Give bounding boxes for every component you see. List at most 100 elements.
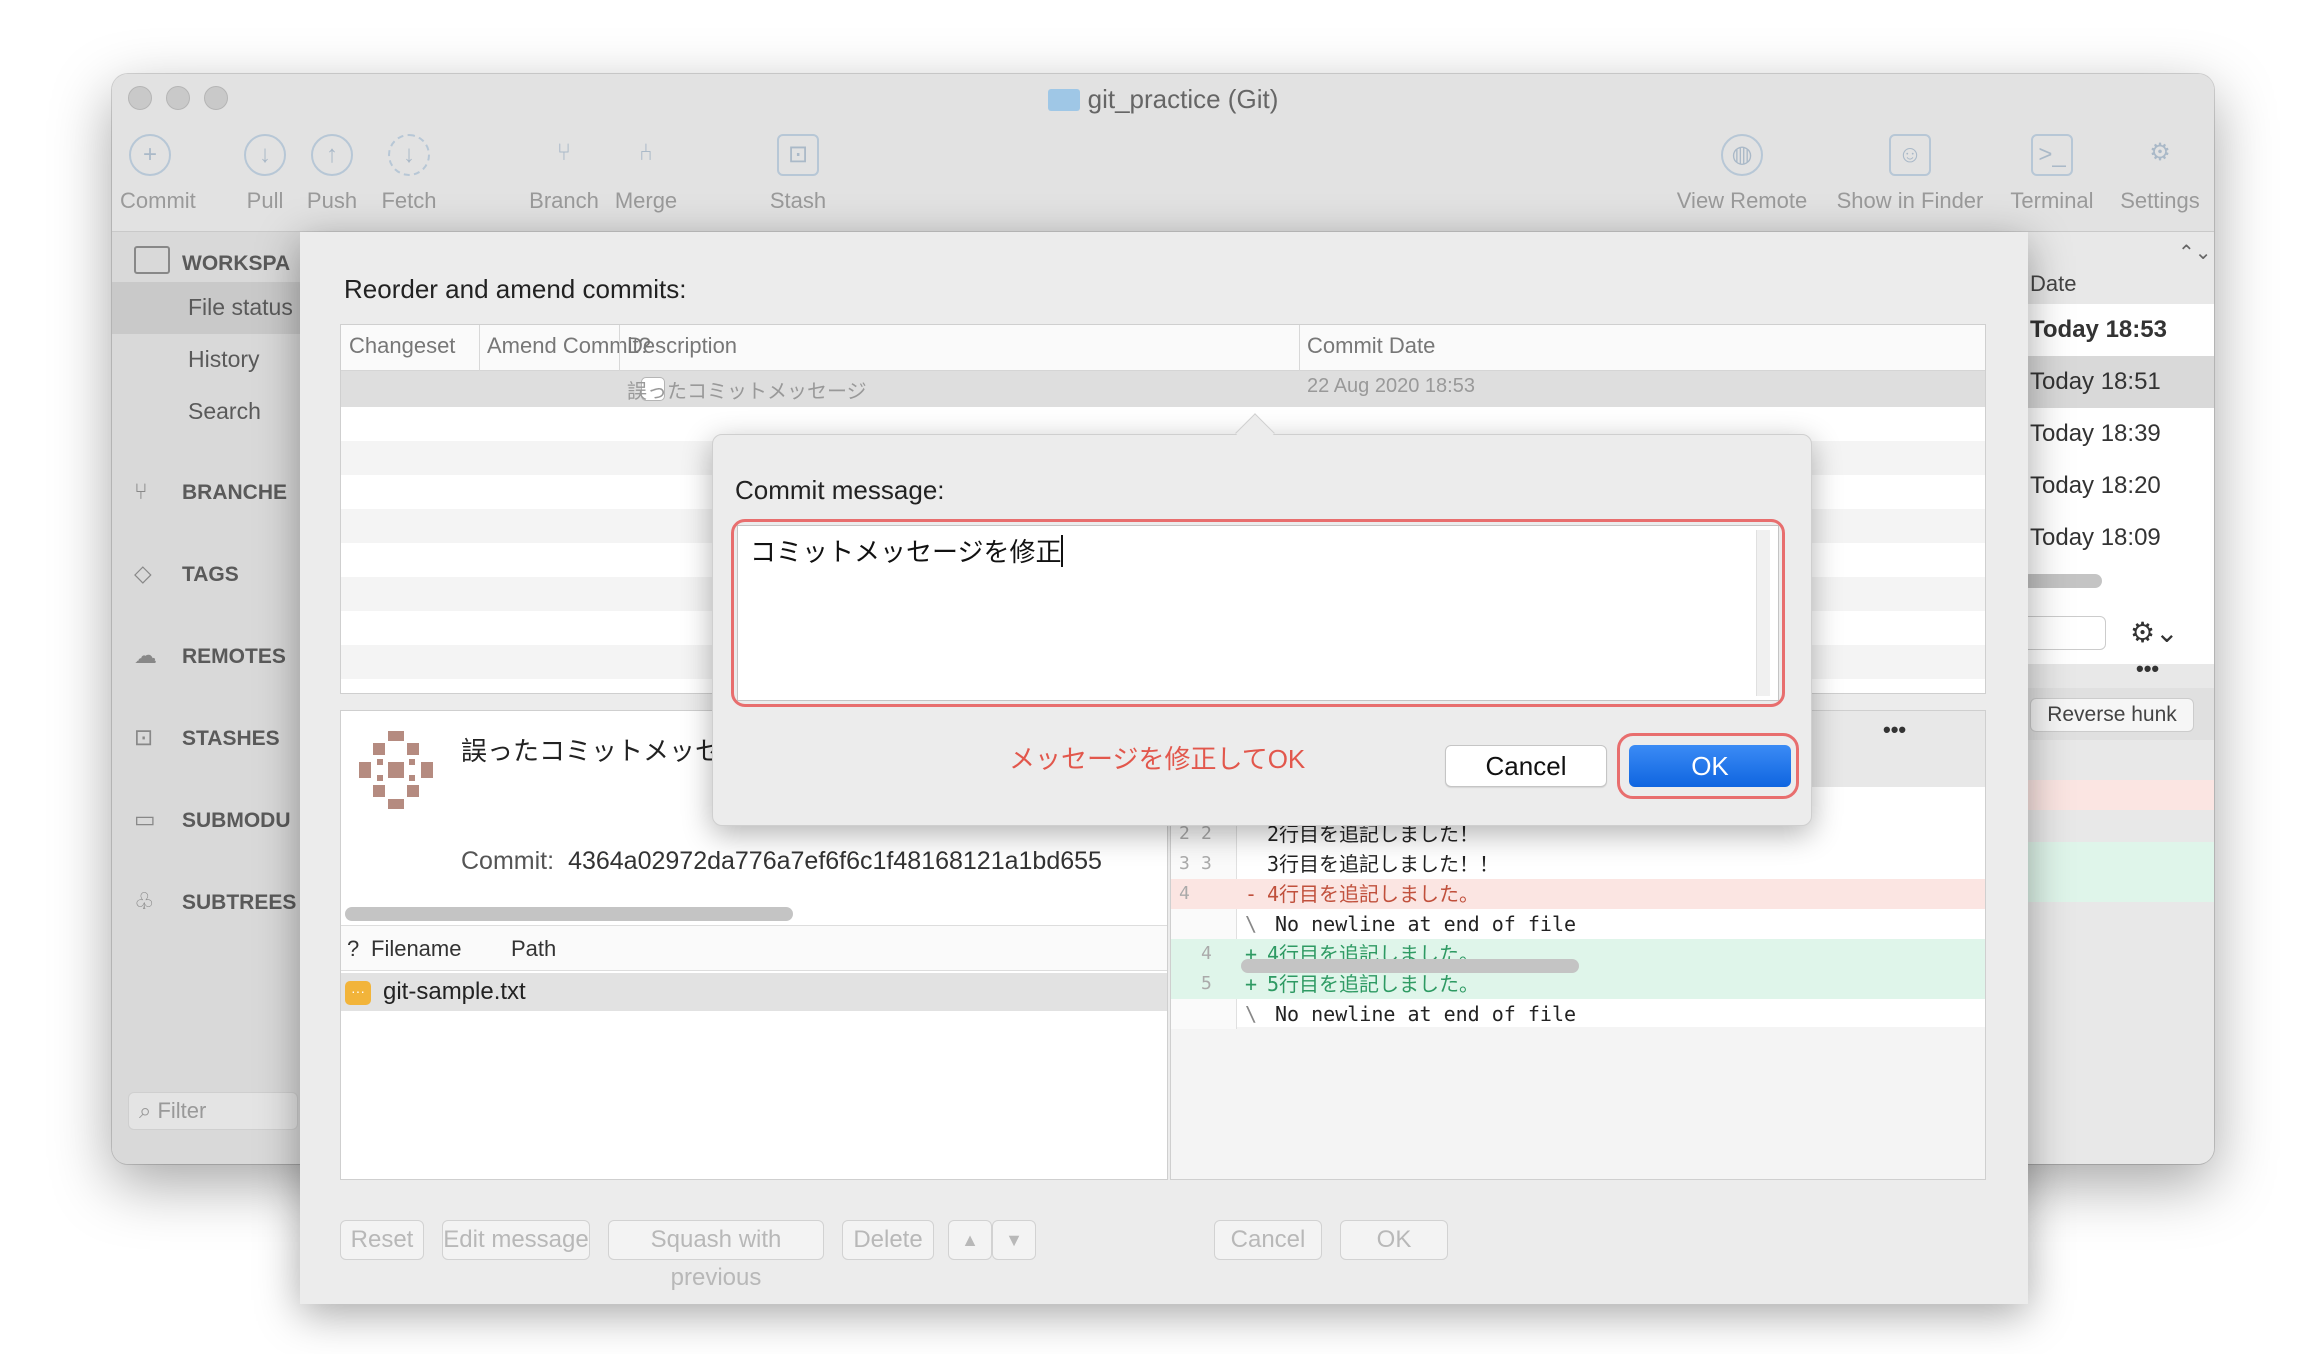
tags-label: TAGS xyxy=(182,563,239,586)
new-line-number: 3 xyxy=(1201,853,1212,874)
column-commit-date[interactable]: Commit Date xyxy=(1307,333,1435,359)
row-description: 誤ったコミットメッセージ xyxy=(627,381,867,403)
plus-icon: + xyxy=(129,134,171,176)
modified-badge-icon: ··· xyxy=(345,981,371,1005)
merge-label: Merge xyxy=(614,188,678,213)
submodule-icon: ▭ xyxy=(134,806,156,832)
history-row-date[interactable]: Today 18:53 xyxy=(2022,304,2214,356)
arrow-down-icon: ↓ xyxy=(244,134,286,176)
column-path[interactable]: Path xyxy=(511,936,556,962)
diff-sign: \ xyxy=(1245,1002,1258,1026)
show-in-finder-toolbar-button[interactable]: ☺ Show in Finder xyxy=(1830,134,1990,214)
column-filename[interactable]: Filename xyxy=(371,936,461,962)
date-column-header[interactable]: Date xyxy=(2022,258,2214,310)
history-scrollbar[interactable] xyxy=(2022,574,2102,588)
commit-hash: 4364a02972da776a7ef6f6c1f48168121a1bd655 xyxy=(568,847,1102,875)
history-row-date[interactable]: Today 18:39 xyxy=(2022,408,2214,460)
branch-label: Branch xyxy=(529,188,599,213)
filter-input[interactable]: ⌕ Filter xyxy=(128,1092,298,1130)
settings-label: Settings xyxy=(2120,188,2200,213)
annotation-note: メッセージを修正してOK xyxy=(1009,744,1306,774)
diff-scrollbar[interactable] xyxy=(1241,959,1579,973)
diff-text: 3行目を追記しました！！ xyxy=(1267,852,1500,876)
diff-add-bg xyxy=(2022,842,2214,902)
sidebar-item-stashes[interactable]: ⊡ STASHES xyxy=(134,724,280,751)
column-status[interactable]: ? xyxy=(347,936,359,962)
terminal-toolbar-button[interactable]: >_ Terminal xyxy=(2002,134,2102,214)
window-title-text: git_practice (Git) xyxy=(1087,84,1279,114)
column-divider xyxy=(619,325,620,371)
branch-toolbar-button[interactable]: ⑂ Branch xyxy=(524,134,604,214)
column-divider xyxy=(479,325,480,371)
sidebar-item-remotes[interactable]: ☁ REMOTES xyxy=(134,642,286,669)
reset-button[interactable]: Reset xyxy=(340,1220,424,1260)
subtrees-label: SUBTREES xyxy=(182,891,297,914)
edit-message-button[interactable]: Edit message xyxy=(442,1220,590,1260)
diff-line: \ No newline at end of file xyxy=(1171,909,1985,939)
push-toolbar-button[interactable]: ↑ Push xyxy=(304,134,360,214)
filter-placeholder: Filter xyxy=(157,1098,207,1123)
window-title: git_practice (Git) xyxy=(112,84,2214,115)
column-description[interactable]: Description xyxy=(627,333,737,359)
file-name: git-sample.txt xyxy=(383,978,526,1005)
cancel-button[interactable]: Cancel xyxy=(1445,745,1607,787)
merge-toolbar-button[interactable]: ⑃ Merge xyxy=(608,134,684,214)
settings-toolbar-button[interactable]: ⚙ Settings xyxy=(2112,134,2208,214)
diff-sign: - xyxy=(1245,882,1258,906)
sidebar-item-tags[interactable]: ◇ TAGS xyxy=(134,560,239,587)
move-up-button[interactable]: ▲ xyxy=(948,1220,992,1260)
new-line-number: 5 xyxy=(1201,973,1212,994)
sidebar-item-search[interactable]: Search xyxy=(188,398,261,425)
commit-message-popover: Commit message: コミットメッセージを修正 メッセージを修正してO… xyxy=(712,413,1812,826)
commit-label: Commit: xyxy=(461,847,555,875)
sheet-ok-button[interactable]: OK xyxy=(1340,1220,1448,1260)
more-options-icon[interactable]: ••• xyxy=(1883,717,1906,743)
diff-del-bg xyxy=(2022,780,2214,810)
details-scrollbar[interactable] xyxy=(345,907,793,921)
sidebar-item-history[interactable]: History xyxy=(188,346,260,373)
column-divider xyxy=(1299,325,1300,371)
move-down-button[interactable]: ▼ xyxy=(992,1220,1036,1260)
more-options-icon[interactable]: ••• xyxy=(2136,656,2159,682)
gear-menu-icon[interactable]: ⚙⌄ xyxy=(2130,616,2179,649)
sidebar: WORKSPA File status History Search ⑂ BRAN… xyxy=(112,232,302,1164)
history-row-date[interactable]: Today 18:09 xyxy=(2022,512,2214,564)
pull-toolbar-button[interactable]: ↓ Pull xyxy=(240,134,290,214)
file-row[interactable]: ··· git-sample.txt xyxy=(341,973,1167,1011)
commit-toolbar-button[interactable]: + Commit xyxy=(120,134,196,214)
squash-with-previous-button[interactable]: Squash with previous xyxy=(608,1220,824,1291)
fetch-icon: ↓ xyxy=(388,134,430,176)
view-remote-toolbar-button[interactable]: ◍ View Remote xyxy=(1672,134,1812,214)
avatar xyxy=(359,731,433,809)
terminal-label: Terminal xyxy=(2010,188,2094,213)
title-bar: git_practice (Git) + Commit ↓ Pull ↑ Push ↓… xyxy=(112,74,2214,232)
diff-text: No newline at end of file xyxy=(1275,912,1577,936)
sidebar-item-subtrees[interactable]: ♧ SUBTREES xyxy=(134,888,296,915)
table-header: Changeset Amend Commit? Description Comm… xyxy=(341,325,1985,371)
old-line-number: 3 xyxy=(1179,853,1190,874)
sidebar-item-file-status[interactable]: File status xyxy=(188,294,293,321)
fetch-toolbar-button[interactable]: ↓ Fetch xyxy=(376,134,442,214)
stash-toolbar-button[interactable]: ⊡ Stash xyxy=(762,134,834,214)
history-row-date[interactable]: Today 18:20 xyxy=(2022,460,2214,512)
sidebar-item-workspace[interactable]: WORKSPA xyxy=(134,246,290,276)
sheet-cancel-button[interactable]: Cancel xyxy=(1214,1220,1322,1260)
stash-icon: ⊡ xyxy=(134,724,154,750)
ok-highlight xyxy=(1617,733,1799,799)
tag-icon: ◇ xyxy=(134,560,152,586)
monitor-icon xyxy=(134,246,170,274)
sidebar-item-submodules[interactable]: ▭ SUBMODU xyxy=(134,806,291,833)
show-in-finder-label: Show in Finder xyxy=(1836,188,1984,213)
delete-button[interactable]: Delete xyxy=(842,1220,934,1260)
gear-icon: ⚙ xyxy=(2149,139,2171,166)
column-changeset[interactable]: Changeset xyxy=(349,333,455,359)
reverse-hunk-button[interactable]: Reverse hunk xyxy=(2030,698,2194,732)
history-row-date[interactable]: Today 18:51 xyxy=(2022,356,2214,408)
workspace-label: WORKSPA xyxy=(182,252,291,275)
sidebar-item-branches[interactable]: ⑂ BRANCHE xyxy=(134,478,287,505)
search-field[interactable] xyxy=(2022,616,2106,650)
diff-text: No newline at end of file xyxy=(1275,1002,1577,1026)
commit-title: 誤ったコミットメッセ xyxy=(461,736,722,766)
table-row[interactable] xyxy=(341,371,1985,407)
submodules-label: SUBMODU xyxy=(182,809,291,832)
